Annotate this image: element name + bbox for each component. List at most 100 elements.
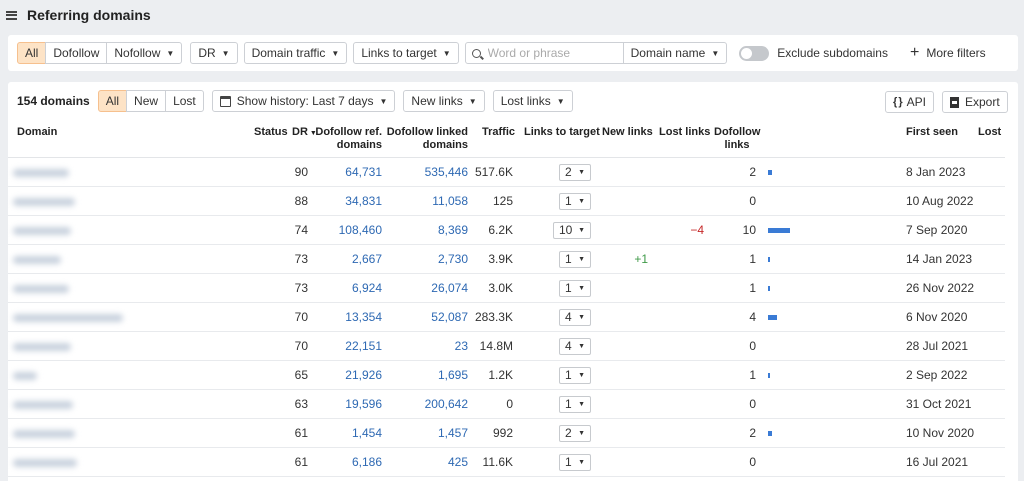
filter-dofollow-button[interactable]: Dofollow xyxy=(45,42,108,64)
links-to-target-dropdown[interactable]: 1 ▼ xyxy=(559,367,591,384)
dofollow-links-bar xyxy=(768,286,771,291)
links-to-target-dropdown[interactable]: 1 ▼ xyxy=(559,193,591,210)
table-row: 90 64,731 535,446 517.6K 2 ▼ 2 8 Jan 2023 xyxy=(8,158,1005,187)
domain-link-redacted[interactable] xyxy=(13,256,61,264)
dofollow-linked-domains-link[interactable]: 1,457 xyxy=(382,419,468,447)
links-to-target-dropdown[interactable]: 4 ▼ xyxy=(559,338,591,355)
first-seen-cell: 10 Aug 2022 xyxy=(906,194,974,208)
col-header-links-to-target[interactable]: Links to target xyxy=(524,126,600,139)
table-row: 73 2,667 2,730 3.9K 1 ▼ +1 1 14 Jan 2023 xyxy=(8,245,1005,274)
filter-nofollow-dropdown[interactable]: Nofollow ▼ xyxy=(106,42,183,64)
domain-link-redacted[interactable] xyxy=(13,314,123,322)
links-to-target-dropdown[interactable]: Links to target ▼ xyxy=(353,42,459,64)
caret-down-icon: ▼ xyxy=(221,48,230,58)
dofollow-links-cell: 10 xyxy=(742,223,756,237)
domain-link-redacted[interactable] xyxy=(13,343,71,351)
search-scope-dropdown[interactable]: Domain name ▼ xyxy=(622,42,728,64)
lost-links-dropdown[interactable]: Lost links ▼ xyxy=(492,90,573,112)
link-type-filter: All Dofollow Nofollow ▼ xyxy=(17,42,183,64)
dofollow-linked-domains-link[interactable]: 11,058 xyxy=(382,187,468,215)
table-row: 73 6,924 26,074 3.0K 1 ▼ 1 26 Nov 2022 xyxy=(8,274,1005,303)
col-header-dofollow-ref-domains[interactable]: Dofollow ref. domains xyxy=(304,126,382,152)
domain-link-redacted[interactable] xyxy=(13,372,37,380)
domain-link-redacted[interactable] xyxy=(13,169,69,177)
filter-all-button[interactable]: All xyxy=(17,42,47,64)
search-input[interactable] xyxy=(487,46,618,60)
links-to-target-dropdown[interactable]: 1 ▼ xyxy=(559,454,591,471)
domain-link-redacted[interactable] xyxy=(13,227,71,235)
dofollow-linked-domains-link[interactable]: 23 xyxy=(382,332,468,360)
dr-filter-dropdown[interactable]: DR ▼ xyxy=(190,42,238,64)
domain-traffic-dropdown[interactable]: Domain traffic ▼ xyxy=(243,42,348,64)
dofollow-linked-domains-link[interactable]: 200,642 xyxy=(382,390,468,418)
col-header-dofollow-links[interactable]: Dofollow links xyxy=(714,126,760,152)
col-header-lost[interactable]: Lost xyxy=(978,126,1001,139)
dofollow-linked-domains-link[interactable]: 425 xyxy=(382,448,468,476)
links-to-target-value: 2 xyxy=(565,426,572,440)
new-links-delta xyxy=(606,158,648,186)
domain-link-redacted[interactable] xyxy=(13,198,75,206)
api-button[interactable]: { } API xyxy=(885,91,934,113)
links-to-target-dropdown[interactable]: 10 ▼ xyxy=(553,222,591,239)
export-icon xyxy=(950,96,959,108)
tab-all[interactable]: All xyxy=(97,90,128,112)
caret-down-icon: ▼ xyxy=(578,314,585,321)
export-button[interactable]: Export xyxy=(942,91,1008,113)
dofollow-links-bar xyxy=(768,373,771,378)
dofollow-ref-domains-link[interactable]: 64,731 xyxy=(304,158,382,186)
dofollow-ref-domains-link[interactable]: 13,354 xyxy=(304,303,382,331)
dofollow-ref-domains-link[interactable]: 1,454 xyxy=(304,419,382,447)
col-header-traffic[interactable]: Traffic xyxy=(482,126,515,139)
col-header-new-links[interactable]: New links xyxy=(602,126,653,139)
caret-down-icon: ▼ xyxy=(711,48,720,58)
domain-link-redacted[interactable] xyxy=(13,401,73,409)
new-links-dropdown[interactable]: New links ▼ xyxy=(403,90,485,112)
dofollow-ref-domains-link[interactable]: 34,831 xyxy=(304,187,382,215)
links-to-target-dropdown[interactable]: 1 ▼ xyxy=(559,280,591,297)
traffic-cell: 0 xyxy=(506,397,513,411)
exclude-subdomains-toggle[interactable] xyxy=(739,45,770,61)
dofollow-ref-domains-link[interactable]: 22,151 xyxy=(304,332,382,360)
menu-icon[interactable] xyxy=(6,10,17,20)
show-history-dropdown[interactable]: Show history: Last 7 days ▼ xyxy=(211,90,396,112)
first-seen-cell: 7 Sep 2020 xyxy=(906,223,968,237)
col-header-dofollow-linked-domains[interactable]: Dofollow linked domains xyxy=(382,126,468,152)
col-header-domain[interactable]: Domain xyxy=(17,126,57,139)
domain-link-redacted[interactable] xyxy=(13,459,77,467)
links-to-target-dropdown[interactable]: 2 ▼ xyxy=(559,425,591,442)
table-row: 70 22,151 23 14.8M 4 ▼ 0 28 Jul 2021 xyxy=(8,332,1005,361)
filter-bar: All Dofollow Nofollow ▼ DR ▼ Domain traffi… xyxy=(8,35,1018,71)
dofollow-ref-domains-link[interactable]: 21,926 xyxy=(304,361,382,389)
links-to-target-value: 4 xyxy=(565,310,572,324)
dofollow-ref-domains-link[interactable]: 2,667 xyxy=(304,245,382,273)
domain-link-redacted[interactable] xyxy=(13,430,75,438)
dofollow-linked-domains-link[interactable]: 1,695 xyxy=(382,361,468,389)
domain-traffic-label: Domain traffic xyxy=(251,46,326,60)
links-to-target-dropdown[interactable]: 2 ▼ xyxy=(559,164,591,181)
col-header-lost-links[interactable]: Lost links xyxy=(659,126,710,139)
links-to-target-dropdown[interactable]: 1 ▼ xyxy=(559,251,591,268)
plus-icon: + xyxy=(909,44,920,61)
caret-down-icon: ▼ xyxy=(578,285,585,292)
dofollow-ref-domains-link[interactable]: 108,460 xyxy=(304,216,382,244)
dofollow-linked-domains-link[interactable]: 26,074 xyxy=(382,274,468,302)
tab-lost[interactable]: Lost xyxy=(165,90,204,112)
domain-link-redacted[interactable] xyxy=(13,285,69,293)
dofollow-linked-domains-link[interactable]: 2,730 xyxy=(382,245,468,273)
links-to-target-dropdown[interactable]: 1 ▼ xyxy=(559,396,591,413)
links-to-target-dropdown[interactable]: 4 ▼ xyxy=(559,309,591,326)
more-filters-button[interactable]: + More filters xyxy=(909,44,986,61)
dofollow-ref-domains-link[interactable]: 6,186 xyxy=(304,448,382,476)
search-icon xyxy=(471,48,481,58)
tab-new[interactable]: New xyxy=(126,90,167,112)
table-row: 70 13,354 52,087 283.3K 4 ▼ 4 6 Nov 2020 xyxy=(8,303,1005,332)
dofollow-linked-domains-link[interactable]: 52,087 xyxy=(382,303,468,331)
col-header-first-seen[interactable]: First seen xyxy=(906,126,958,139)
dofollow-linked-domains-link[interactable]: 535,446 xyxy=(382,158,468,186)
lost-links-delta xyxy=(664,361,704,389)
dofollow-ref-domains-link[interactable]: 19,596 xyxy=(304,390,382,418)
dofollow-links-bar xyxy=(768,228,790,233)
col-header-status[interactable]: Status xyxy=(254,126,288,139)
dofollow-ref-domains-link[interactable]: 6,924 xyxy=(304,274,382,302)
dofollow-linked-domains-link[interactable]: 8,369 xyxy=(382,216,468,244)
